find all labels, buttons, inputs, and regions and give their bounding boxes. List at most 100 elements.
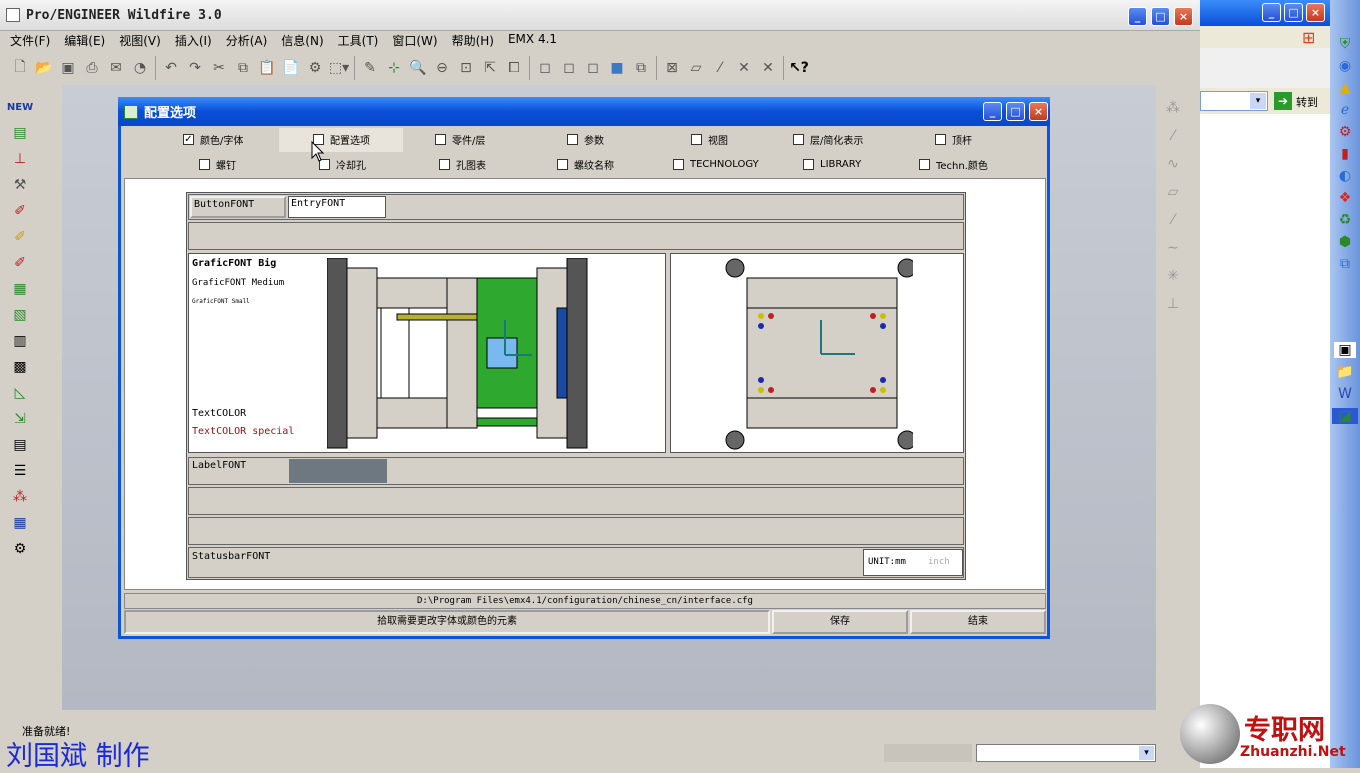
send-mail-icon[interactable]: ✉ [104, 56, 128, 80]
checkbox-option[interactable]: 孔图表 [439, 155, 486, 173]
checkbox-box[interactable] [557, 158, 568, 170]
zoom-out-icon[interactable]: ⊖ [430, 56, 454, 80]
dialog-title-bar[interactable]: 配置选项 _ □ × [118, 97, 1050, 126]
datum-off-icon[interactable]: ⊠ [660, 56, 684, 80]
checkbox-option[interactable]: 螺钉 [199, 155, 236, 173]
checkbox-box[interactable] [199, 158, 210, 170]
dialog-close-button[interactable]: × [1029, 102, 1048, 121]
menu-item[interactable]: 插入(I) [175, 32, 212, 50]
insert-icon[interactable]: ▧ [4, 302, 36, 328]
checkbox-option[interactable]: LIBRARY [803, 155, 861, 173]
save-button[interactable]: 保存 [772, 610, 908, 634]
checkbox-option[interactable]: 顶杆 [935, 130, 972, 148]
paste-icon[interactable]: 📋 [255, 56, 279, 80]
checkbox-box[interactable] [435, 133, 446, 145]
datum-plane-icon[interactable]: ▱ [684, 56, 708, 80]
cooling-icon[interactable]: ✐ [4, 250, 36, 276]
checkbox-box[interactable] [567, 133, 578, 145]
taskbar-proe-icon[interactable]: ◪ [1332, 408, 1358, 424]
title-bar[interactable]: Pro/ENGINEER Wildfire 3.0 _ □ × [0, 0, 1200, 31]
checkbox-box[interactable] [691, 133, 702, 145]
bg-restore-button[interactable]: □ [1284, 3, 1303, 22]
settings-icon[interactable]: ⚙ [4, 536, 36, 562]
checkbox-box[interactable] [919, 158, 930, 170]
menu-item[interactable]: 帮助(H) [452, 32, 494, 50]
grafic-panel[interactable]: GraficFONT Big GraficFONT Medium GraficF… [188, 253, 666, 453]
checkbox-option[interactable]: TECHNOLOGY [673, 155, 759, 173]
menu-item[interactable]: 文件(F) [10, 32, 50, 50]
address-dropdown-icon[interactable]: ▾ [1250, 93, 1266, 109]
list-icon[interactable]: ▦ [4, 510, 36, 536]
taskbar-folder-icon[interactable]: 📁 [1336, 364, 1353, 380]
entry-font-sample[interactable]: EntryFONT [288, 196, 386, 218]
dialog-maximize-button[interactable]: □ [1006, 102, 1025, 121]
guide-pin-icon[interactable]: ⊥ [4, 146, 36, 172]
slider-icon[interactable]: ▦ [4, 276, 36, 302]
refit-icon[interactable]: ⊡ [454, 56, 478, 80]
go-arrow-icon[interactable]: ➔ [1274, 92, 1292, 110]
taskbar-word-icon[interactable]: W [1338, 386, 1352, 402]
screw-icon[interactable]: ⚒ [4, 172, 36, 198]
end-button[interactable]: 结束 [910, 610, 1046, 634]
checkbox-option[interactable]: 螺纹名称 [557, 155, 614, 173]
emx-new-icon[interactable]: NEW [4, 94, 36, 120]
coord-sys-icon[interactable]: ✕ [756, 56, 780, 80]
menu-item[interactable]: 编辑(E) [64, 32, 105, 50]
checkbox-option[interactable]: ✓ 颜色/字体 [183, 130, 243, 148]
menu-item[interactable]: 窗口(W) [392, 32, 437, 50]
select-box-icon[interactable]: ⬚▾ [327, 56, 351, 80]
lock-icon[interactable]: ⬢ [1339, 234, 1351, 250]
checkbox-option[interactable]: 冷却孔 [319, 155, 366, 173]
checkbox-option[interactable]: 参数 [567, 130, 604, 148]
datum-point-icon[interactable]: ✕ [732, 56, 756, 80]
component-icon[interactable]: ▤ [4, 432, 36, 458]
taskbar-window-icon[interactable]: ▣ [1334, 342, 1356, 358]
mold-base-icon[interactable]: ▤ [4, 120, 36, 146]
address-input[interactable]: ▾ [1200, 91, 1268, 111]
menu-item[interactable]: 视图(V) [119, 32, 161, 50]
checkbox-option[interactable]: 层/简化表示 [793, 130, 863, 148]
go-button-label[interactable]: 转到 [1296, 94, 1318, 110]
unit-mm[interactable]: UNIT:mm [868, 557, 906, 567]
media-icon[interactable]: ◐ [1339, 168, 1351, 184]
shield-icon[interactable]: ⛨ [1340, 36, 1351, 52]
stack-icon[interactable]: ☰ [4, 458, 36, 484]
save-icon[interactable]: ▣ [56, 56, 80, 80]
redo-icon[interactable]: ↷ [183, 56, 207, 80]
bom-icon[interactable]: ▩ [4, 354, 36, 380]
wireframe-icon[interactable]: ◻ [533, 56, 557, 80]
assembly-icon[interactable]: ⇲ [4, 406, 36, 432]
button-font-sample[interactable]: ButtonFONT [190, 196, 286, 218]
clip-icon[interactable]: ⧉ [1340, 256, 1350, 272]
pattern-icon[interactable]: ⁂ [4, 484, 36, 510]
filter-select[interactable]: ▾ [976, 744, 1156, 762]
apps-icon[interactable]: ❖ [1339, 190, 1352, 206]
recycle-icon[interactable]: ♻ [1339, 212, 1352, 228]
close-button[interactable]: × [1174, 7, 1193, 26]
datum-axis-tool-icon[interactable]: ⁄ [1158, 122, 1188, 150]
mold-top-view-panel[interactable] [670, 253, 964, 453]
globe-icon[interactable]: ◉ [1339, 58, 1351, 74]
maximize-button[interactable]: □ [1151, 7, 1170, 26]
tool-icon[interactable]: ⚙ [1339, 124, 1352, 140]
new-file-icon[interactable]: 🗋 [8, 56, 32, 80]
menu-item[interactable]: 工具(T) [338, 32, 379, 50]
no-hidden-icon[interactable]: ◻ [581, 56, 605, 80]
reorient-icon[interactable]: ⇱ [478, 56, 502, 80]
csys-tool-icon[interactable]: ⊥ [1158, 290, 1188, 318]
checkbox-box[interactable]: ✓ [183, 133, 194, 145]
open-folder-icon[interactable]: 📂 [32, 56, 56, 80]
print-icon[interactable]: ⎙ [80, 56, 104, 80]
drawing-icon[interactable]: ◺ [4, 380, 36, 406]
ejector-edit-icon[interactable]: ✐ [4, 224, 36, 250]
menu-item[interactable]: 信息(N) [281, 32, 323, 50]
saved-views-icon[interactable]: ⧠ [502, 56, 526, 80]
zoom-in-icon[interactable]: 🔍 [406, 56, 430, 80]
checkbox-box[interactable] [935, 133, 946, 145]
bg-minimize-button[interactable]: _ [1262, 3, 1281, 22]
checkbox-box[interactable] [439, 158, 450, 170]
label-font-sample[interactable]: LabelFONT [192, 460, 246, 471]
dialog-minimize-button[interactable]: _ [983, 102, 1002, 121]
checkbox-option[interactable]: 视图 [691, 130, 728, 148]
background-title-bar[interactable]: _ □ × [1200, 0, 1330, 26]
